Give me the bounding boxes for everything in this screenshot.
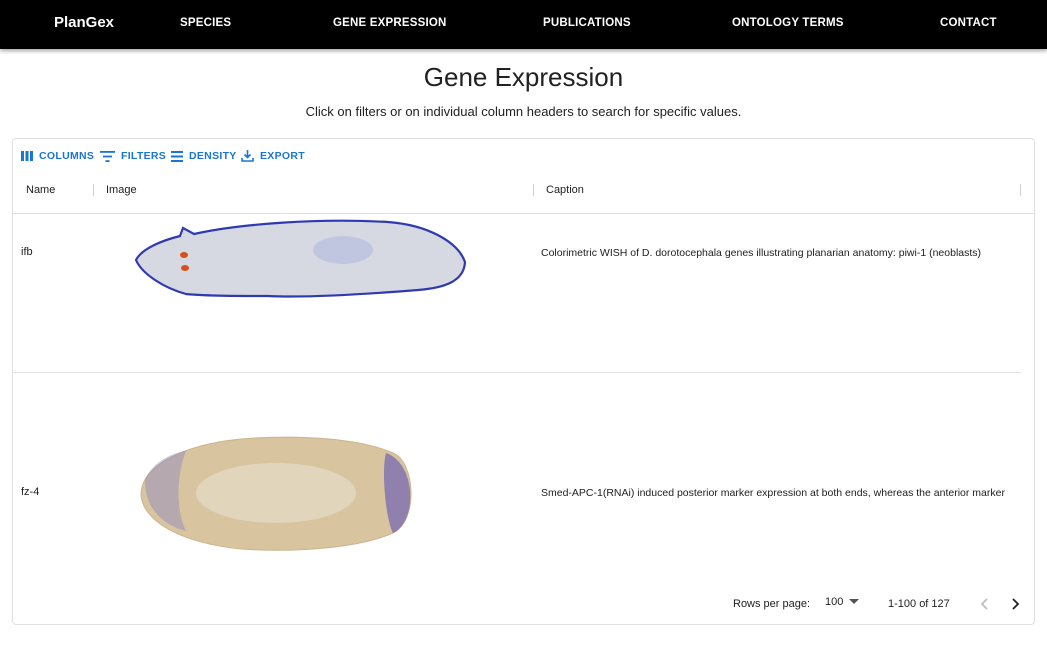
export-button[interactable]: EXPORT: [241, 149, 305, 163]
table-row[interactable]: ifb Colorimetric WISH of D. dorotocephal…: [13, 214, 1021, 372]
brand-logo[interactable]: PlanGex: [54, 14, 114, 31]
cell-caption: Colorimetric WISH of D. dorotocephala ge…: [541, 247, 982, 259]
planarian-rnai-image: [131, 431, 421, 556]
density-label: DENSITY: [189, 150, 237, 162]
chevron-down-icon: [849, 599, 860, 604]
chevron-left-icon: [980, 598, 988, 610]
column-header-image[interactable]: Image: [106, 184, 137, 196]
top-navbar: PlanGex SPECIES GENE EXPRESSION PUBLICAT…: [0, 0, 1047, 49]
previous-page-button[interactable]: [973, 593, 995, 615]
rows-per-page-select[interactable]: 100: [825, 596, 860, 608]
filter-icon: [100, 150, 115, 162]
cell-name: fz-4: [21, 486, 40, 498]
data-grid: COLUMNS FILTERS DENSITY EXPORT Name Imag…: [12, 138, 1035, 625]
rows-per-page-value: 100: [825, 596, 844, 608]
nav-contact[interactable]: CONTACT: [940, 17, 997, 29]
cell-name: ifb: [21, 246, 33, 258]
column-header-name[interactable]: Name: [26, 184, 55, 196]
page-title: Gene Expression: [423, 62, 624, 92]
density-button[interactable]: DENSITY: [171, 149, 237, 163]
columns-icon: [21, 151, 33, 161]
cell-caption: Smed-APC-1(RNAi) induced posterior marke…: [541, 487, 1005, 499]
next-page-button[interactable]: [1005, 593, 1027, 615]
table-row[interactable]: fz-4 Smed-APC-1(RNAi) induced posterior …: [13, 373, 1021, 569]
columns-label: COLUMNS: [39, 150, 95, 162]
column-separator[interactable]: [93, 184, 94, 196]
chevron-right-icon: [1012, 598, 1020, 610]
nav-species[interactable]: SPECIES: [180, 17, 231, 29]
column-separator[interactable]: [1020, 184, 1021, 196]
column-header-caption[interactable]: Caption: [546, 184, 584, 196]
pagination-range: 1-100 of 127: [888, 598, 950, 610]
nav-gene-expression[interactable]: GENE EXPRESSION: [333, 17, 447, 29]
page-subtitle: Click on filters or on individual column…: [305, 104, 742, 119]
export-label: EXPORT: [260, 150, 305, 162]
nav-ontology-terms[interactable]: ONTOLOGY TERMS: [732, 17, 844, 29]
rows-per-page-label: Rows per page:: [733, 598, 811, 610]
filters-label: FILTERS: [121, 150, 167, 162]
columns-button[interactable]: COLUMNS: [21, 149, 94, 163]
download-icon: [241, 150, 254, 162]
filters-button[interactable]: FILTERS: [100, 149, 166, 163]
column-separator[interactable]: [533, 184, 534, 196]
density-icon: [171, 150, 183, 162]
planarian-wish-image: [128, 212, 480, 312]
nav-publications[interactable]: PUBLICATIONS: [543, 17, 631, 29]
